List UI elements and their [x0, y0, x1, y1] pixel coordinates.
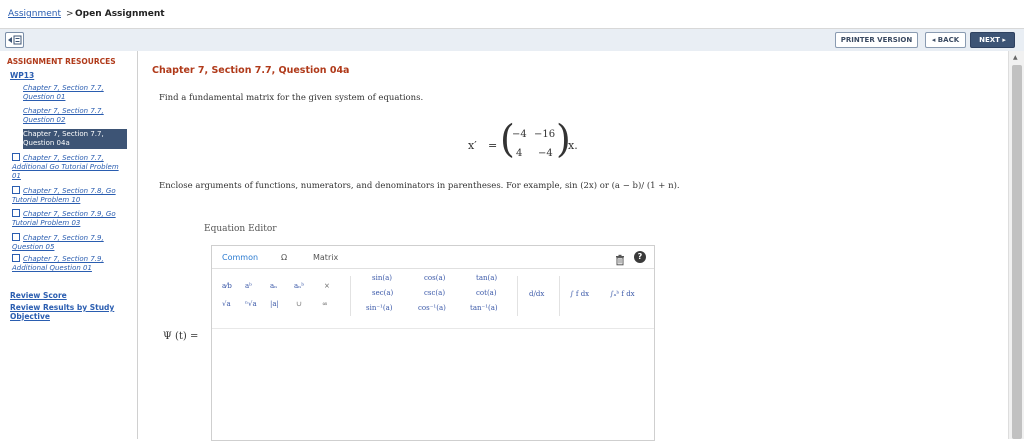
palette-divider: [350, 276, 351, 316]
printer-version-button[interactable]: PRINTER VERSION: [835, 32, 918, 48]
tab-symbols[interactable]: Ω: [281, 253, 287, 262]
infinity-button[interactable]: ∞: [322, 300, 328, 308]
toolbar: PRINTER VERSION ◂ BACK NEXT ▸: [0, 29, 1024, 52]
equation-vector: x.: [568, 139, 578, 152]
breadcrumb-assignment-link[interactable]: Assignment: [8, 9, 61, 19]
arctan-button[interactable]: tan⁻¹(a): [470, 304, 498, 312]
sidebar-item-additional-question-01[interactable]: Chapter 7, Section 7.9, Additional Quest…: [12, 254, 128, 273]
checkbox-icon: [12, 254, 20, 262]
trash-icon[interactable]: [614, 251, 626, 266]
checkbox-icon: [12, 233, 20, 241]
sec-button[interactable]: sec(a): [372, 289, 393, 297]
sin-button[interactable]: sin(a): [372, 274, 392, 282]
next-button[interactable]: NEXT ▸: [970, 32, 1015, 48]
answer-input-area[interactable]: [212, 328, 654, 441]
sidebar-item-go-tutorial-10[interactable]: Chapter 7, Section 7.8, Go Tutorial Prob…: [12, 186, 128, 205]
subscript-button[interactable]: aₙ: [270, 282, 277, 290]
wp-title-link[interactable]: WP13: [10, 71, 34, 80]
tan-button[interactable]: tan(a): [476, 274, 497, 282]
sidebar-item-label: Chapter 7, Section 7.9, Go Tutorial Prob…: [12, 210, 116, 227]
power-button[interactable]: aᵇ: [245, 282, 252, 290]
matrix-cell-11: −4: [512, 129, 527, 140]
breadcrumb: Assignment > Open Assignment: [0, 0, 1024, 29]
checkbox-icon: [12, 153, 20, 161]
equation-editor: Common Ω Matrix ? a⁄b aᵇ aₙ aₙᵇ × √a ⁿ√a: [211, 245, 655, 441]
review-score-link[interactable]: Review Score: [10, 291, 67, 300]
breadcrumb-separator: >: [66, 9, 74, 19]
sidebar-item-question-01[interactable]: Chapter 7, Section 7.7, Question 01: [23, 84, 127, 102]
checkbox-icon: [12, 209, 20, 217]
fraction-button[interactable]: a⁄b: [222, 282, 232, 290]
collapse-sidebar-icon: [8, 35, 22, 45]
integral-button[interactable]: ∫ f dx: [570, 290, 589, 298]
help-icon[interactable]: ?: [634, 251, 646, 263]
sidebar-item-label: Chapter 7, Section 7.9, Additional Quest…: [12, 255, 104, 272]
times-button[interactable]: ×: [324, 282, 330, 290]
tab-matrix[interactable]: Matrix: [313, 253, 338, 262]
back-button[interactable]: ◂ BACK: [925, 32, 966, 48]
equation-equals: =: [488, 139, 498, 152]
review-results-link[interactable]: Review Results by Study Objective: [10, 303, 130, 321]
answer-label: Ψ (t) =: [163, 331, 199, 342]
sidebar-toggle-button[interactable]: [5, 32, 24, 48]
subsup-button[interactable]: aₙᵇ: [294, 282, 304, 290]
resources-title: ASSIGNMENT RESOURCES: [7, 57, 116, 66]
sidebar-item-additional-go-tutorial-01[interactable]: Chapter 7, Section 7.7, Additional Go Tu…: [12, 153, 128, 181]
palette-divider: [517, 276, 518, 316]
scroll-thumb[interactable]: [1012, 65, 1022, 439]
sidebar-item-question-04a[interactable]: Chapter 7, Section 7.7, Question 04a: [23, 129, 127, 149]
breadcrumb-current: Open Assignment: [75, 9, 165, 19]
definite-integral-button[interactable]: ∫ₐᵇ f dx: [610, 290, 635, 298]
abs-button[interactable]: |a|: [270, 300, 279, 308]
cos-button[interactable]: cos(a): [424, 274, 445, 282]
matrix-cell-21: 4: [516, 148, 523, 159]
sidebar-item-question-02[interactable]: Chapter 7, Section 7.7, Question 02: [23, 107, 127, 125]
arccos-button[interactable]: cos⁻¹(a): [418, 304, 446, 312]
derivative-button[interactable]: d/dx: [529, 290, 544, 298]
sidebar-item-label: Chapter 7, Section 7.7, Additional Go Tu…: [12, 154, 119, 180]
editor-tabs: Common Ω Matrix ?: [212, 246, 654, 269]
matrix-cell-22: −4: [538, 148, 553, 159]
arcsin-button[interactable]: sin⁻¹(a): [366, 304, 392, 312]
vertical-scrollbar[interactable]: ▲: [1008, 51, 1024, 439]
cot-button[interactable]: cot(a): [476, 289, 497, 297]
sidebar-item-label: Chapter 7, Section 7.8, Go Tutorial Prob…: [12, 187, 116, 204]
matrix-cell-12: −16: [534, 129, 556, 140]
scroll-up-icon[interactable]: ▲: [1013, 54, 1018, 61]
union-button[interactable]: ∪: [296, 300, 302, 308]
sidebar-item-go-tutorial-03[interactable]: Chapter 7, Section 7.9, Go Tutorial Prob…: [12, 209, 128, 228]
question-prompt: Find a fundamental matrix for the given …: [159, 93, 424, 103]
csc-button[interactable]: csc(a): [424, 289, 445, 297]
sqrt-button[interactable]: √a: [222, 300, 231, 308]
question-title: Chapter 7, Section 7.7, Question 04a: [152, 65, 350, 76]
answer-instructions: Enclose arguments of functions, numerato…: [159, 181, 680, 191]
equation-lhs: x′: [468, 139, 477, 152]
sidebar-item-label: Chapter 7, Section 7.9, Question 05: [12, 234, 104, 251]
symbol-palette: a⁄b aᵇ aₙ aₙᵇ × √a ⁿ√a |a| ∪ ∞ sin(a) co…: [212, 270, 654, 322]
system-equation: x′ = ( −4 −16 4 −4 ) x.: [468, 119, 728, 169]
tab-common[interactable]: Common: [222, 253, 258, 262]
nth-root-button[interactable]: ⁿ√a: [245, 300, 257, 308]
palette-divider: [559, 276, 560, 316]
question-panel: Chapter 7, Section 7.7, Question 04a Fin…: [138, 51, 1008, 441]
assignment-resources-sidebar: ASSIGNMENT RESOURCES WP13 Chapter 7, Sec…: [0, 51, 138, 439]
checkbox-icon: [12, 186, 20, 194]
equation-editor-label: Equation Editor: [204, 224, 277, 234]
sidebar-item-question-05[interactable]: Chapter 7, Section 7.9, Question 05: [12, 233, 128, 252]
